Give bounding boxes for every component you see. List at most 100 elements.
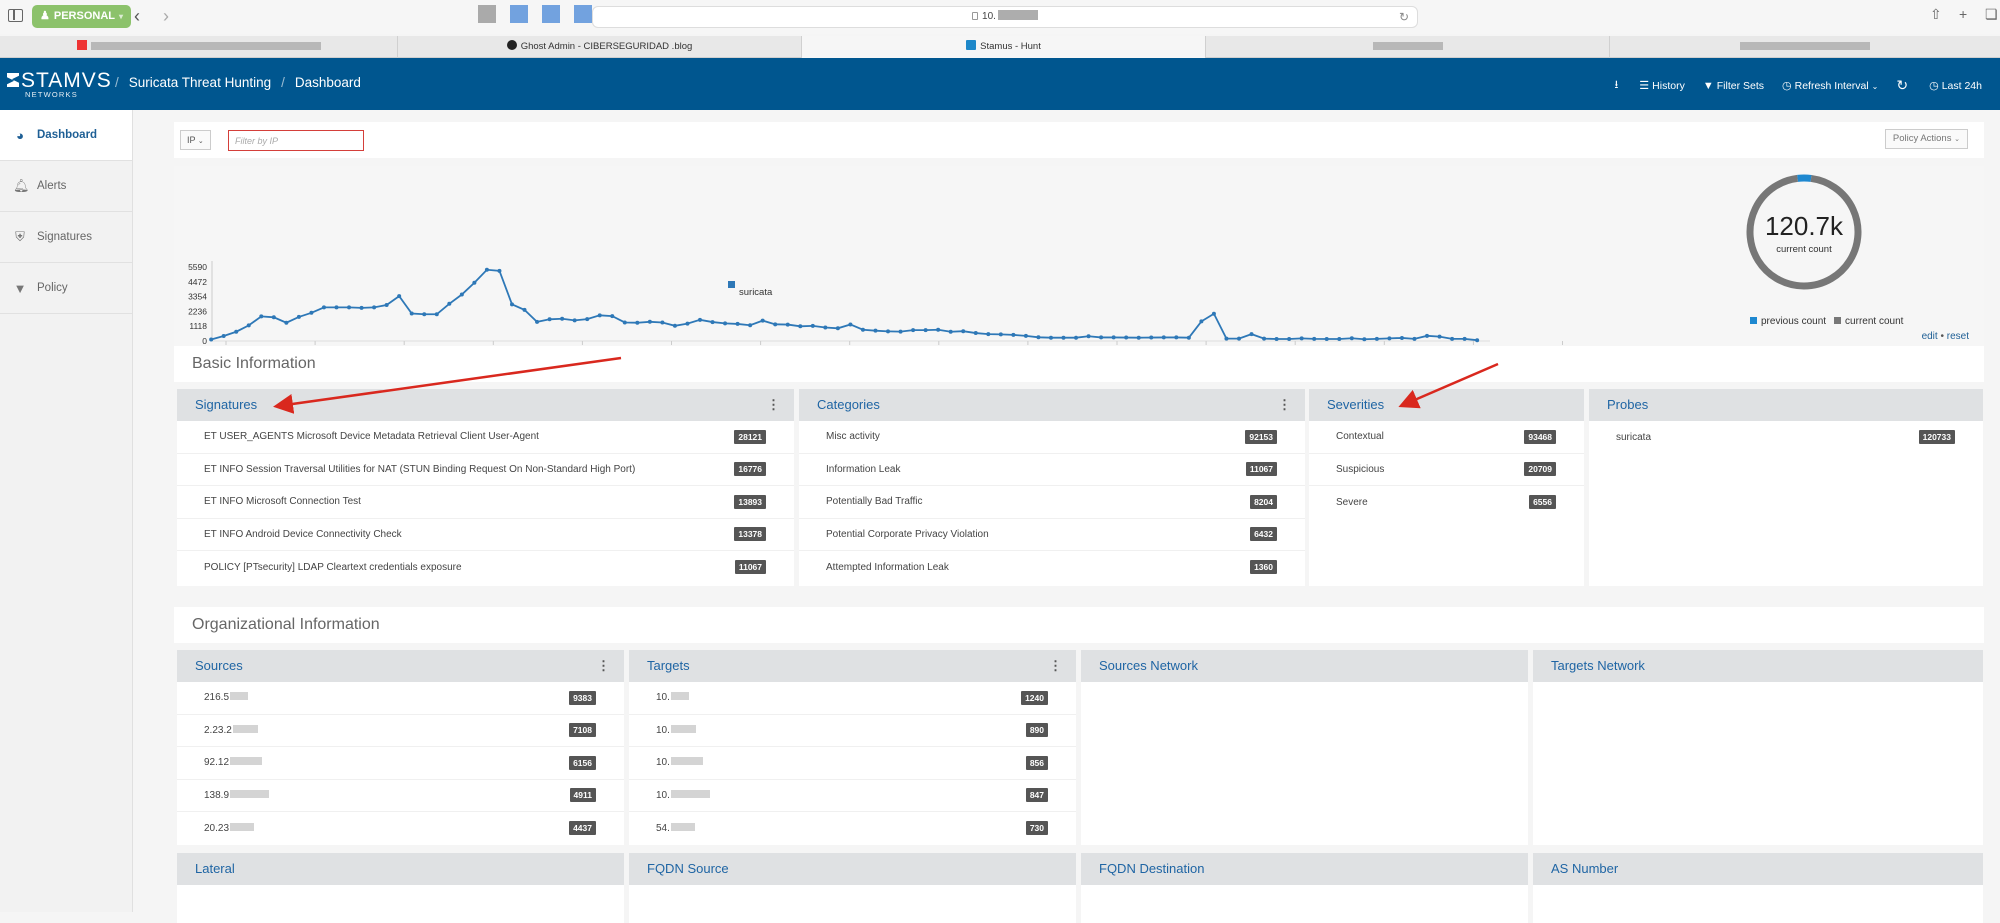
- favorite-icon[interactable]: [478, 5, 496, 23]
- sidebar-item-policy[interactable]: ▼ Policy: [0, 263, 132, 314]
- filter-ip-input[interactable]: [228, 130, 364, 151]
- time-range-button[interactable]: ◷Last 24h: [1929, 79, 1982, 92]
- list-item[interactable]: ET INFO Session Traversal Utilities for …: [177, 454, 794, 487]
- panel-title[interactable]: Sources: [195, 658, 243, 673]
- list-item[interactable]: 216.59383: [177, 682, 624, 715]
- forward-button[interactable]: ›: [163, 6, 169, 26]
- list-item[interactable]: Potential Corporate Privacy Violation643…: [799, 519, 1305, 552]
- list-item[interactable]: 138.94911: [177, 780, 624, 813]
- stamus-logo[interactable]: STAMVS NETWORKS: [7, 72, 112, 99]
- tab-overview-icon[interactable]: ❏: [1985, 6, 1998, 23]
- list-item-label[interactable]: 20.23: [204, 823, 254, 834]
- share-icon[interactable]: ⇧: [1930, 6, 1942, 23]
- legend-item-previous-count[interactable]: previous count: [1750, 316, 1826, 327]
- filter-type-select[interactable]: IP ⌄: [180, 130, 211, 150]
- list-item[interactable]: suricata120733: [1589, 421, 1983, 454]
- legend-item-current-count[interactable]: current count: [1834, 316, 1903, 327]
- list-item-label[interactable]: POLICY [PTsecurity] LDAP Cleartext crede…: [204, 562, 462, 573]
- list-item[interactable]: Information Leak11067: [799, 454, 1305, 487]
- list-item[interactable]: Potentially Bad Traffic8204: [799, 486, 1305, 519]
- list-item[interactable]: Misc activity92153: [799, 421, 1305, 454]
- list-item-label[interactable]: Contextual: [1336, 431, 1384, 442]
- list-item-label[interactable]: 138.9: [204, 790, 269, 801]
- list-item[interactable]: ET INFO Android Device Connectivity Chec…: [177, 519, 794, 552]
- browser-tab[interactable]: [1610, 36, 2000, 58]
- back-button[interactable]: ‹: [134, 6, 140, 26]
- list-item-label[interactable]: Severe: [1336, 497, 1368, 508]
- reload-icon[interactable]: ↻: [1399, 7, 1409, 27]
- address-bar[interactable]: 10. ↻: [592, 6, 1418, 28]
- favorite-icon[interactable]: [574, 5, 592, 23]
- list-item[interactable]: 10.890: [629, 715, 1076, 748]
- list-item[interactable]: Suspicious20709: [1309, 454, 1584, 487]
- list-item[interactable]: 10.856: [629, 747, 1076, 780]
- sidebar-item-signatures[interactable]: ⛨ Signatures: [0, 212, 132, 263]
- browser-tab[interactable]: [1206, 36, 1610, 58]
- filter-sets-button[interactable]: ▼Filter Sets: [1703, 80, 1764, 92]
- sidebar-item-dashboard[interactable]: ◕ Dashboard: [0, 110, 132, 161]
- panel-title[interactable]: Severities: [1327, 397, 1384, 412]
- kebab-menu-icon[interactable]: ⋮: [1049, 650, 1062, 682]
- list-item-label[interactable]: Misc activity: [826, 431, 880, 442]
- list-item[interactable]: ET USER_AGENTS Microsoft Device Metadata…: [177, 421, 794, 454]
- upload-button[interactable]: ⭳: [1614, 76, 1621, 95]
- edit-link[interactable]: edit: [1922, 331, 1938, 342]
- history-button[interactable]: ☰History: [1639, 79, 1685, 92]
- sidebar-toggle-icon[interactable]: [8, 9, 23, 22]
- favorite-icon[interactable]: [542, 5, 560, 23]
- panel-title[interactable]: Lateral: [195, 861, 235, 876]
- list-item-label[interactable]: ET INFO Session Traversal Utilities for …: [204, 464, 635, 475]
- reset-link[interactable]: reset: [1947, 331, 1969, 342]
- kebab-menu-icon[interactable]: ⋮: [1278, 389, 1291, 421]
- list-item-label[interactable]: 10.: [656, 725, 696, 736]
- sidebar-item-alerts[interactable]: 🔔︎ Alerts: [0, 161, 132, 212]
- list-item-label[interactable]: Information Leak: [826, 464, 901, 475]
- refresh-interval-dropdown[interactable]: ◷Refresh Interval ⌄: [1782, 79, 1878, 92]
- browser-tab[interactable]: [0, 36, 398, 58]
- panel-title[interactable]: Targets Network: [1551, 658, 1645, 673]
- favorite-icon[interactable]: [510, 5, 528, 23]
- panel-title[interactable]: FQDN Source: [647, 861, 729, 876]
- list-item[interactable]: Attempted Information Leak1360: [799, 551, 1305, 584]
- list-item-label[interactable]: 2.23.2: [204, 725, 258, 736]
- list-item-label[interactable]: Attempted Information Leak: [826, 562, 949, 573]
- list-item-label[interactable]: ET USER_AGENTS Microsoft Device Metadata…: [204, 431, 539, 442]
- panel-title[interactable]: AS Number: [1551, 861, 1618, 876]
- profile-button[interactable]: ♟ PERSONAL ▾: [32, 5, 131, 28]
- list-item[interactable]: 10.847: [629, 780, 1076, 813]
- list-item-label[interactable]: ET INFO Microsoft Connection Test: [204, 496, 361, 507]
- list-item[interactable]: Severe6556: [1309, 486, 1584, 519]
- list-item[interactable]: ET INFO Microsoft Connection Test13893: [177, 486, 794, 519]
- list-item-label[interactable]: Potential Corporate Privacy Violation: [826, 529, 989, 540]
- list-item-label[interactable]: 54.: [656, 823, 695, 834]
- list-item-label[interactable]: Potentially Bad Traffic: [826, 496, 923, 507]
- panel-title[interactable]: Probes: [1607, 397, 1648, 412]
- refresh-button[interactable]: ↻: [1896, 77, 1911, 94]
- list-item-label[interactable]: suricata: [1616, 432, 1651, 443]
- browser-tab-active[interactable]: Stamus - Hunt: [802, 36, 1206, 58]
- list-item[interactable]: Contextual93468: [1309, 421, 1584, 454]
- panel-title[interactable]: Signatures: [195, 397, 257, 412]
- list-item-label[interactable]: 10.: [656, 790, 710, 801]
- panel-title[interactable]: Sources Network: [1099, 658, 1198, 673]
- panel-title[interactable]: FQDN Destination: [1099, 861, 1204, 876]
- list-item[interactable]: 2.23.27108: [177, 715, 624, 748]
- list-item-label[interactable]: 92.12: [204, 757, 262, 768]
- panel-title[interactable]: Categories: [817, 397, 880, 412]
- list-item-label[interactable]: 216.5: [204, 692, 248, 703]
- list-item[interactable]: 20.234437: [177, 812, 624, 845]
- kebab-menu-icon[interactable]: ⋮: [767, 389, 780, 421]
- breadcrumb-app[interactable]: Suricata Threat Hunting: [129, 75, 271, 90]
- browser-tab[interactable]: Ghost Admin - CIBERSEGURIDAD .blog: [398, 36, 802, 58]
- panel-title[interactable]: Targets: [647, 658, 690, 673]
- new-tab-icon[interactable]: +: [1959, 6, 1967, 22]
- list-item[interactable]: 54.730: [629, 812, 1076, 845]
- list-item[interactable]: 92.126156: [177, 747, 624, 780]
- list-item-label[interactable]: 10.: [656, 757, 703, 768]
- list-item-label[interactable]: Suspicious: [1336, 464, 1384, 475]
- list-item[interactable]: POLICY [PTsecurity] LDAP Cleartext crede…: [177, 551, 794, 584]
- list-item-label[interactable]: ET INFO Android Device Connectivity Chec…: [204, 529, 402, 540]
- policy-actions-dropdown[interactable]: Policy Actions ⌄: [1885, 129, 1968, 149]
- list-item[interactable]: 10.1240: [629, 682, 1076, 715]
- list-item-label[interactable]: 10.: [656, 692, 689, 703]
